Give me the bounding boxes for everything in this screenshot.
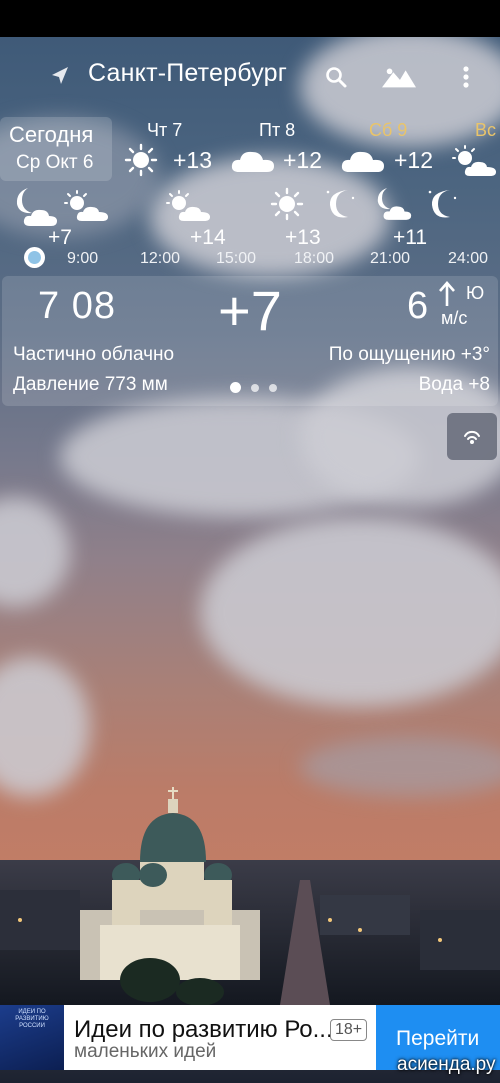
feels-like: По ощущению +3° xyxy=(328,344,490,365)
city-skyline-image xyxy=(0,815,500,1006)
cloud-icon xyxy=(341,149,385,178)
current-temp: +7 xyxy=(218,279,282,342)
wind-speed: 6 xyxy=(407,285,429,327)
condition-text: Частично облачно xyxy=(13,344,175,365)
hourly-temp: +11 xyxy=(393,226,428,249)
moon-stars-icon xyxy=(322,186,358,227)
day-name[interactable]: Пт 8 xyxy=(259,120,295,141)
moon-stars-icon xyxy=(424,186,460,227)
hourly-time: 12:00 xyxy=(140,250,181,267)
radar-icon xyxy=(464,430,480,444)
watermark: асиенда.ру xyxy=(397,1054,496,1075)
partly-cloudy-icon xyxy=(166,190,212,227)
more-vert-icon[interactable] xyxy=(449,60,483,94)
sun-icon xyxy=(124,143,158,182)
page-indicator xyxy=(230,382,277,393)
day-name[interactable]: Сб 9 xyxy=(369,120,407,141)
cloud-icon xyxy=(231,149,275,178)
current-time: 7 08 xyxy=(38,285,116,327)
pressure: Давление 773 мм xyxy=(13,374,168,395)
current-hour-marker xyxy=(24,247,45,268)
status-bar xyxy=(0,0,500,37)
radar-button[interactable] xyxy=(447,413,497,460)
ad-age-badge: 18+ xyxy=(330,1019,368,1041)
day-temp: +12 xyxy=(394,147,434,173)
page-dot xyxy=(251,383,259,392)
day-name[interactable]: Чт 7 xyxy=(147,120,182,141)
hourly-time: 18:00 xyxy=(294,250,335,267)
day-name[interactable]: Вс xyxy=(475,120,496,141)
wind-direction: Ю xyxy=(466,283,485,303)
wind-arrow-icon xyxy=(438,281,456,307)
sun-icon xyxy=(270,187,304,226)
ad-title[interactable]: Идеи по развитию Ро... xyxy=(74,1016,330,1044)
cathedral-dome xyxy=(138,787,208,862)
wind-unit: м/с xyxy=(441,308,468,328)
page-dot xyxy=(269,383,277,392)
moon-cloud-icon xyxy=(372,186,412,227)
partly-cloudy-icon xyxy=(64,190,110,227)
today-date: Ср Окт 6 xyxy=(16,152,94,173)
ad-thumbnail-text: ИДЕИ ПО РАЗВИТИЮ РОССИИ xyxy=(15,1009,49,1029)
hourly-time: 15:00 xyxy=(216,250,257,267)
partly-cloudy-icon xyxy=(452,145,498,182)
hourly-time: 21:00 xyxy=(370,250,411,267)
hourly-temp: +13 xyxy=(285,226,321,249)
water-temp: Вода +8 xyxy=(418,374,490,395)
day-temp: +13 xyxy=(173,147,213,173)
city-name[interactable]: Санкт-Петербург xyxy=(88,59,287,88)
mountains-icon[interactable] xyxy=(382,60,416,94)
ad-subtitle: маленьких идей xyxy=(74,1041,217,1062)
day-temp: +12 xyxy=(283,147,323,173)
hourly-time: 24:00 xyxy=(448,250,489,267)
today-label: Сегодня xyxy=(9,122,94,147)
hourly-temp: +14 xyxy=(190,226,226,249)
search-icon[interactable] xyxy=(319,60,353,94)
location-arrow-icon[interactable] xyxy=(48,64,72,88)
page-dot xyxy=(230,382,241,393)
ad-cta-label[interactable]: Перейти xyxy=(396,1027,479,1051)
hourly-temp: +7 xyxy=(48,226,72,249)
hourly-time: 9:00 xyxy=(67,250,99,267)
